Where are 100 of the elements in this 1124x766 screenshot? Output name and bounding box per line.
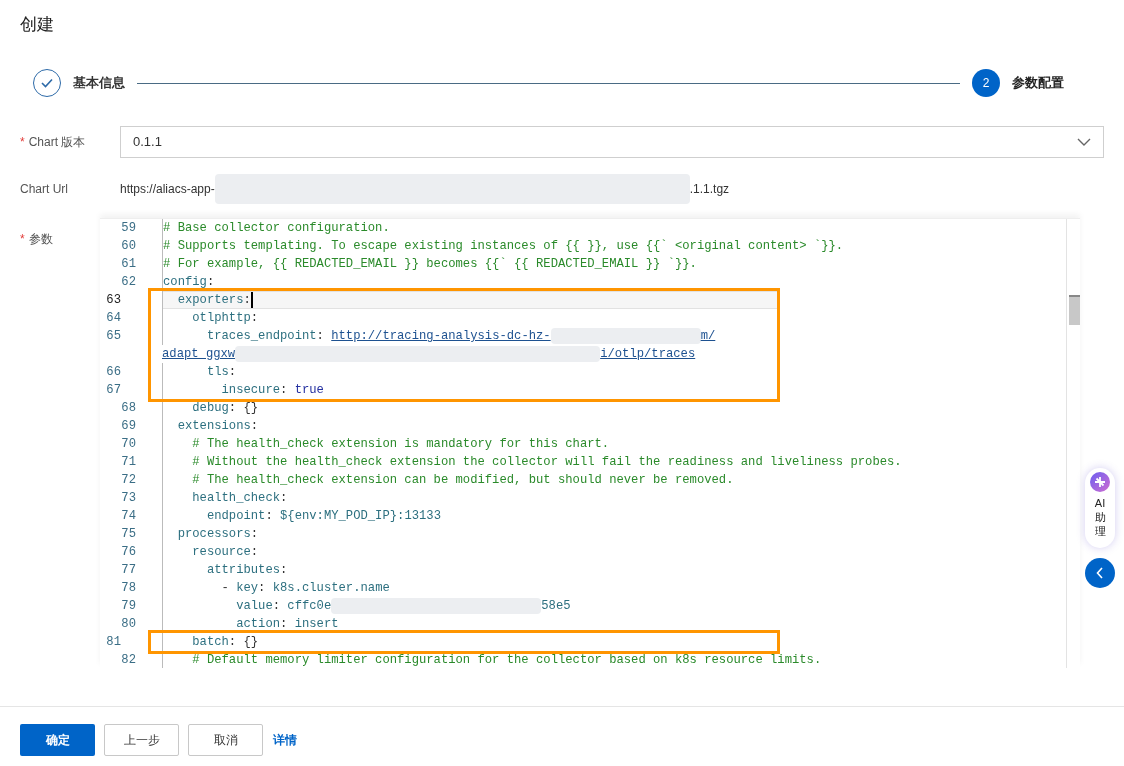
code-comment: # For example, {{ REDACTED_EMAIL }} becomes {{` {{ REDACTED_EMAIL }} `}}. — [163, 256, 697, 273]
code-text: : {} — [228, 400, 259, 417]
code-key: key — [236, 579, 259, 597]
select-value: 0.1.1 — [133, 132, 162, 151]
code-key: resource — [163, 543, 251, 561]
code-value: 58e5 — [541, 598, 571, 615]
code-boolean: true — [294, 382, 324, 399]
scrollbar-thumb[interactable] — [1069, 295, 1080, 325]
line-number: 71 — [120, 454, 136, 471]
code-text: : — [280, 382, 289, 399]
line-number: 65 — [105, 328, 121, 345]
code-key: extensions — [163, 417, 251, 435]
code-value: insert — [294, 616, 339, 633]
code-key: attributes — [163, 561, 281, 579]
code-link[interactable]: m/ — [700, 327, 716, 345]
line-number: 76 — [120, 544, 136, 561]
field-label: Chart 版本 — [28, 133, 86, 151]
details-link[interactable]: 详情 — [272, 731, 298, 749]
line-number: 73 — [120, 490, 136, 507]
code-text: : — [250, 418, 259, 435]
code-value: k8s.cluster.name — [272, 580, 390, 597]
line-number: 79 — [120, 598, 136, 615]
secondary-button[interactable]: 上一步 — [104, 724, 179, 756]
code-comment: # Base collector configuration. — [163, 220, 390, 237]
line-number: 61 — [120, 256, 136, 273]
step-label: 参数配置 — [1012, 74, 1064, 93]
code-key: otlphttp — [163, 309, 251, 327]
chart-version-select[interactable]: 0.1.1 — [120, 125, 1104, 158]
code-text: : — [258, 580, 267, 597]
page-title: 创建 — [20, 15, 54, 34]
code-link[interactable]: adapt_ggxw — [162, 345, 236, 363]
chevron-down-icon — [1077, 137, 1091, 146]
code-key: config — [163, 273, 207, 291]
line-number: 69 — [120, 418, 136, 435]
code-key: batch — [163, 633, 229, 651]
step-label: 基本信息 — [73, 74, 125, 93]
code-text: : — [243, 292, 251, 309]
code-editor[interactable] — [100, 218, 1080, 668]
line-number: 75 — [120, 526, 136, 543]
code-value: ${env:MY_POD_IP}:13133 — [280, 508, 441, 525]
required-mark: * — [20, 133, 25, 151]
field-label: Chart Url — [20, 180, 68, 198]
code-comment: # The health_check extension is mandatory for this chart. — [191, 436, 610, 453]
code-text: : — [250, 544, 259, 561]
ai-assistant-button[interactable]: AI助理 — [1085, 468, 1115, 548]
code-text: : — [206, 274, 215, 291]
code-comment: # Supports templating. To escape existing instances of {{ }}, use {{` <original content> `}}. — [163, 238, 844, 255]
code-text: : — [228, 364, 237, 381]
line-number: 59 — [120, 220, 136, 237]
line-number: 80 — [120, 616, 136, 633]
scrollbar[interactable] — [1066, 219, 1080, 668]
field-label: 参数 — [28, 231, 53, 248]
line-number: 68 — [120, 400, 136, 417]
code-text: : — [272, 598, 282, 615]
code-text: : — [316, 328, 325, 345]
code-key: traces_endpoint — [163, 327, 317, 345]
line-number: 78 — [120, 580, 136, 597]
code-key: tls — [163, 363, 229, 381]
text-cursor — [250, 292, 253, 308]
line-number: 66 — [105, 364, 121, 381]
required-mark: * — [20, 231, 25, 248]
code-text: : — [280, 616, 289, 633]
line-number: 74 — [120, 508, 136, 525]
line-number: 72 — [120, 472, 136, 489]
code-key: debug — [163, 399, 229, 417]
url-text: https://aliacs-app- — [120, 180, 215, 198]
collapse-button[interactable] — [1085, 558, 1115, 588]
line-number: 70 — [120, 436, 136, 453]
code-key: endpoint — [163, 507, 266, 525]
code-key: health_check — [163, 489, 281, 507]
code-key: value — [163, 597, 273, 615]
confirm-button[interactable]: 确定 — [20, 724, 95, 756]
code-text: : — [250, 526, 259, 543]
code-text: : — [265, 508, 274, 525]
code-key: insecure — [163, 381, 281, 399]
secondary-button[interactable]: 取消 — [188, 724, 263, 756]
code-text: : {} — [228, 634, 259, 651]
line-number: 60 — [120, 238, 136, 255]
code-key: processors — [163, 525, 251, 543]
code-link[interactable]: i/otlp/traces — [600, 345, 696, 363]
code-comment: # Without the health_check extension the collector will fail the readiness and liveliness probes. — [191, 454, 902, 471]
code-comment: # Default memory limiter configuration for the collector based on k8s resource limits. — [191, 652, 822, 668]
code-key: action — [163, 615, 281, 633]
url-text: .1.1.tgz — [689, 180, 730, 198]
code-text: : — [280, 562, 288, 579]
line-number: 81 — [105, 634, 121, 651]
code-text: - — [220, 580, 230, 597]
code-text: : — [280, 490, 288, 507]
code-value: cffc0e — [287, 598, 332, 615]
step-number: 2 — [972, 69, 1000, 97]
code-link[interactable]: http://tracing-analysis-dc-hz- — [331, 327, 551, 345]
line-number: 62 — [120, 274, 136, 291]
line-number: 64 — [105, 310, 121, 327]
code-text: : — [250, 310, 259, 327]
line-number: 63 — [105, 292, 121, 309]
line-number: 82 — [120, 652, 136, 668]
line-number: 67 — [105, 382, 121, 399]
code-comment: # The health_check extension can be modified, but should never be removed. — [191, 472, 734, 489]
line-number: 77 — [120, 562, 136, 579]
code-key: exporters — [163, 291, 244, 309]
